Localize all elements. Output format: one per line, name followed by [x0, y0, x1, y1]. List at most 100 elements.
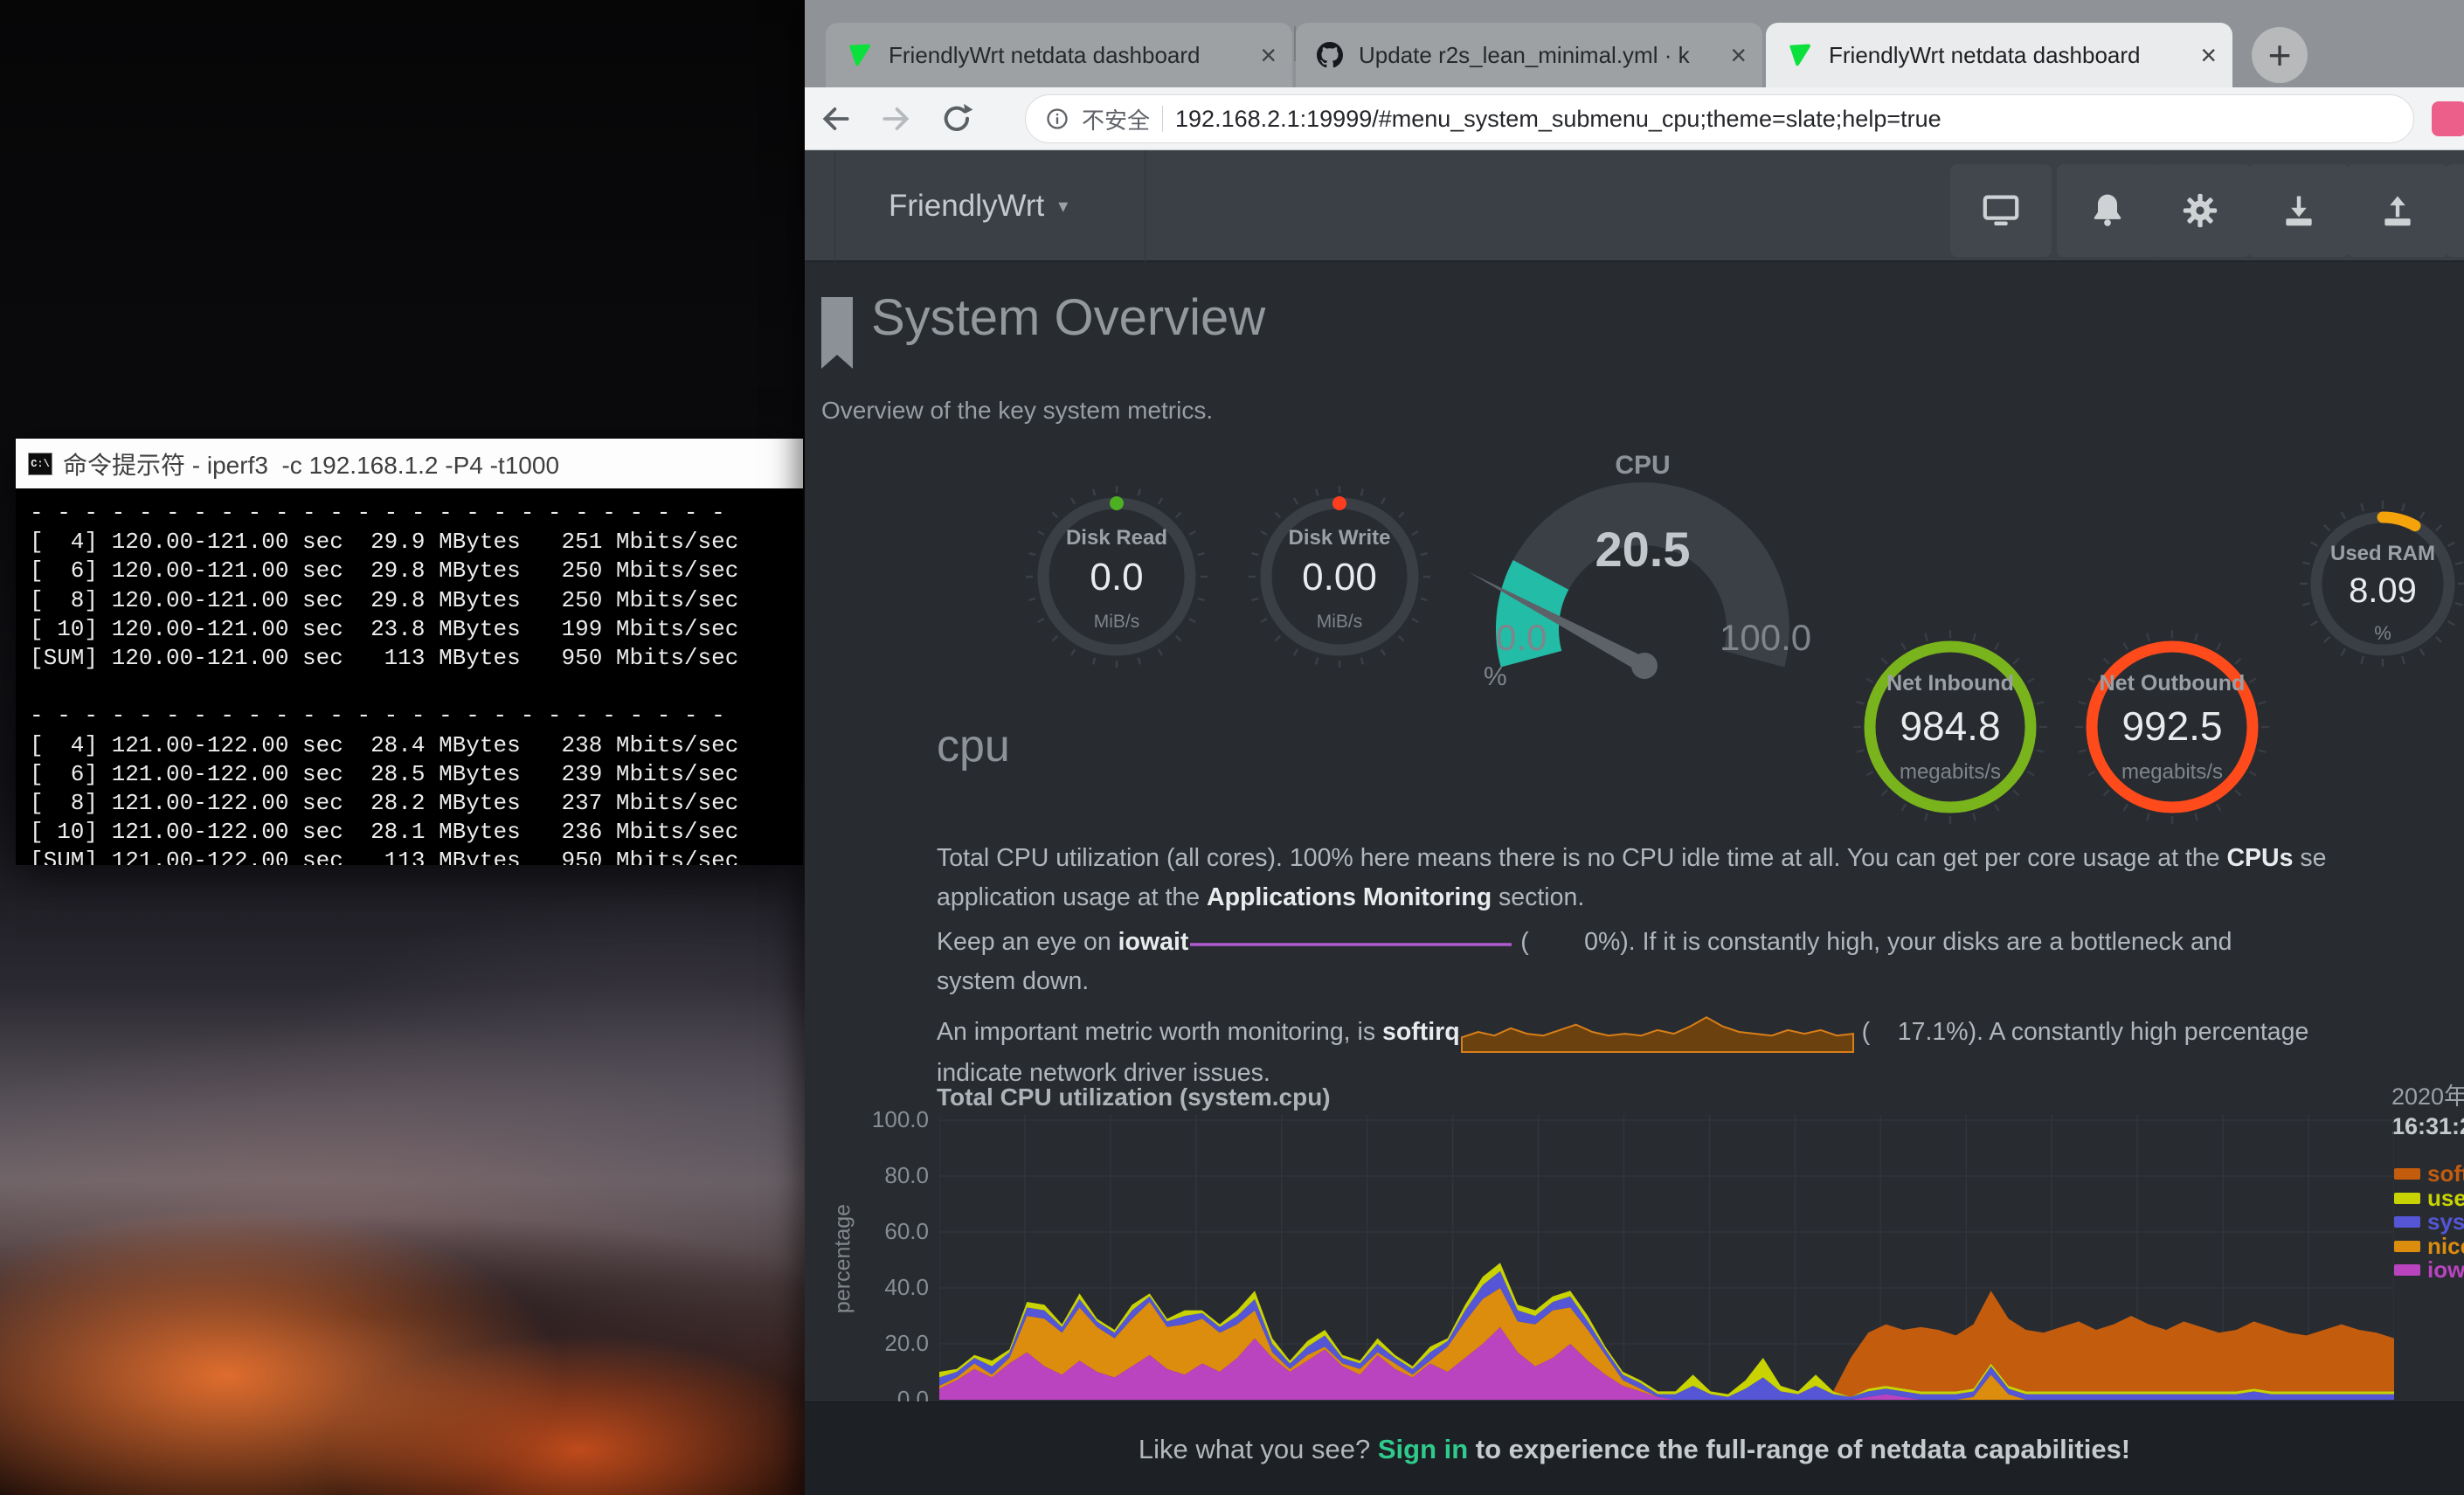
chevron-down-icon: ▾ [1058, 195, 1068, 218]
back-icon[interactable] [817, 100, 855, 138]
help-text-line: Total CPU utilization (all cores). 100% … [937, 839, 2464, 878]
page-subtitle: Overview of the key system metrics. [821, 397, 1213, 425]
address-bar[interactable]: 不安全 192.168.2.1:19999/#menu_system_subme… [1025, 94, 2414, 143]
cpu-help-text: Total CPU utilization (all cores). 100% … [937, 839, 2464, 1098]
help-text-segment: Keep an eye on [937, 928, 1118, 956]
legend-swatch [2394, 1216, 2420, 1228]
net-inbound-gauge[interactable]: Net Inbound 984.8 megabits/s [1845, 622, 2055, 832]
new-tab-plus-icon: + [2268, 31, 2292, 79]
terminal-line: [ 6] 121.00-122.00 sec 28.5 MBytes 239 M… [30, 760, 803, 789]
chart-timestamp: 2020年3 16:31:2 [2391, 1082, 2464, 1141]
terminal-line: - - - - - - - - - - - - - - - - - - - - … [30, 702, 803, 730]
terminal-line: [ 10] 121.00-122.00 sec 28.1 MBytes 236 … [30, 818, 803, 847]
help-text-segment: Total CPU utilization (all cores). 100% … [937, 844, 2226, 872]
terminal-line: [ 4] 121.00-122.00 sec 28.4 MBytes 238 M… [30, 731, 803, 760]
net-outbound-gauge[interactable]: Net Outbound 992.5 megabits/s [2067, 622, 2277, 832]
terminal-line: - - - - - - - - - - - - - - - - - - - - … [30, 499, 803, 528]
used-ram-gauge[interactable]: Used RAM 8.09 % [2295, 496, 2464, 671]
reload-icon[interactable] [938, 100, 976, 138]
print-dashboard-button[interactable] [1950, 164, 2052, 257]
tab-title: FriendlyWrt netdata dashboard [1829, 42, 2188, 69]
gear-icon [2180, 190, 2220, 231]
legend-swatch [2394, 1193, 2420, 1204]
help-text-segment: softirq [1382, 1018, 1460, 1046]
alarms-button[interactable] [2057, 164, 2158, 257]
forward-icon[interactable] [876, 100, 915, 138]
legend-item-user[interactable]: user [2394, 1187, 2464, 1211]
bookmark-icon [821, 297, 853, 369]
export-settings-button[interactable] [2347, 164, 2448, 257]
legend-item-iowait[interactable]: iowait [2394, 1258, 2464, 1283]
signin-prefix: Like what you see? [1139, 1434, 1378, 1464]
help-text-segment: iowait [1118, 928, 1189, 956]
netdata-page: FriendlyWrt ▾ [805, 150, 2464, 1495]
new-tab-button[interactable]: + [2252, 27, 2308, 83]
tab-friendlywrt-2-active[interactable]: FriendlyWrt netdata dashboard × [1766, 23, 2232, 87]
help-text-segment: section. [1492, 883, 1584, 911]
import-icon [2280, 191, 2318, 230]
terminal-line: [ 10] 120.00-121.00 sec 23.8 MBytes 199 … [30, 615, 803, 644]
tab-close-icon[interactable]: × [1260, 41, 1277, 69]
tab-close-icon[interactable]: × [2200, 41, 2217, 69]
cmd-icon: C:\ [28, 453, 52, 475]
terminal-line: [ 4] 120.00-121.00 sec 29.9 MBytes 251 M… [30, 528, 803, 557]
terminal-line: [ 8] 121.00-122.00 sec 28.2 MBytes 237 M… [30, 789, 803, 818]
help-text-segment: An important metric worth monitoring, is [937, 1018, 1382, 1046]
legend-item-softirq[interactable]: softirq [2394, 1162, 2464, 1187]
legend-swatch [2394, 1264, 2420, 1276]
navbar-separator [834, 150, 835, 262]
bell-icon [2088, 191, 2127, 230]
disk-read-gauge[interactable]: Disk Read 0.0 MiB/s [1024, 484, 1209, 669]
terminal-line: [SUM] 121.00-122.00 sec 113 MBytes 950 M… [30, 847, 803, 865]
terminal-title: 命令提示符 - iperf3 -c 192.168.1.2 -P4 -t1000 [63, 446, 559, 481]
tab-friendlywrt-1[interactable]: FriendlyWrt netdata dashboard × [826, 23, 1292, 87]
inline-link[interactable]: Applications Monitoring [1207, 883, 1492, 911]
legend-label: nice [2427, 1233, 2464, 1260]
terminal-line: [SUM] 120.00-121.00 sec 113 MBytes 950 M… [30, 644, 803, 673]
github-favicon-icon [1317, 42, 1343, 68]
chart-y-axis-label: percentage [831, 1189, 856, 1329]
info-icon[interactable] [1045, 107, 1069, 131]
signin-suffix: to experience the full-range of netdata … [1468, 1434, 2130, 1464]
page-title: System Overview [871, 288, 1265, 347]
address-divider [1162, 106, 1163, 132]
tab-github[interactable]: Update r2s_lean_minimal.yml · k × [1296, 23, 1762, 87]
terminal-window: C:\ 命令提示符 - iperf3 -c 192.168.1.2 -P4 -t… [16, 439, 803, 865]
y-tick-label: 100.0 [826, 1106, 929, 1133]
legend-item-nice[interactable]: nice [2394, 1235, 2464, 1259]
tab-close-icon[interactable]: × [1730, 41, 1747, 69]
help-text-line: Keep an eye on iowait ( 0%). If it is co… [937, 923, 2464, 962]
y-tick-label: 40.0 [826, 1274, 929, 1301]
inline-link[interactable]: CPUs [2226, 844, 2293, 872]
host-dropdown[interactable]: FriendlyWrt ▾ [889, 150, 1068, 262]
import-settings-button[interactable] [2248, 164, 2350, 257]
disk-write-gauge[interactable]: Disk Write 0.00 MiB/s [1247, 484, 1432, 669]
url-text[interactable]: 192.168.2.1:19999/#menu_system_submenu_c… [1175, 106, 1941, 133]
desktop-wallpaper: C:\ 命令提示符 - iperf3 -c 192.168.1.2 -P4 -t… [0, 0, 805, 1495]
settings-button[interactable] [2149, 164, 2251, 257]
help-text-segment: se [2293, 844, 2326, 872]
help-text-segment: application usage at the [937, 883, 1207, 911]
extension-icon[interactable] [2432, 101, 2464, 136]
cpu-utilization-chart[interactable] [939, 1110, 2394, 1402]
legend-swatch [2394, 1168, 2420, 1180]
terminal-line [30, 673, 803, 702]
tab-title: FriendlyWrt netdata dashboard [889, 42, 1248, 69]
chart-legend[interactable]: softirqusersystemniceiowait [2394, 1162, 2464, 1283]
help-button[interactable] [2446, 164, 2464, 257]
host-name: FriendlyWrt [889, 189, 1044, 224]
security-chip[interactable]: 不安全 [1082, 103, 1150, 135]
legend-label: softirq [2427, 1160, 2464, 1187]
y-tick-label: 60.0 [826, 1218, 929, 1245]
export-icon [2378, 191, 2417, 230]
legend-item-system[interactable]: system [2394, 1210, 2464, 1235]
terminal-line: [ 8] 120.00-121.00 sec 29.8 MBytes 250 M… [30, 586, 803, 615]
cpu-gauge[interactable]: CPU 20.5 0.0 % 100.0 [1450, 437, 1835, 708]
signin-link[interactable]: Sign in [1378, 1434, 1468, 1464]
legend-label: iowait [2427, 1256, 2464, 1284]
terminal-output: - - - - - - - - - - - - - - - - - - - - … [16, 488, 803, 865]
terminal-titlebar[interactable]: C:\ 命令提示符 - iperf3 -c 192.168.1.2 -P4 -t… [16, 439, 803, 488]
help-text-segment: system down. [937, 967, 1089, 995]
help-text-segment: ( 17.1%). A constantly high percentage [1855, 1018, 2309, 1046]
help-text-line: An important metric worth monitoring, is… [937, 1007, 2464, 1054]
